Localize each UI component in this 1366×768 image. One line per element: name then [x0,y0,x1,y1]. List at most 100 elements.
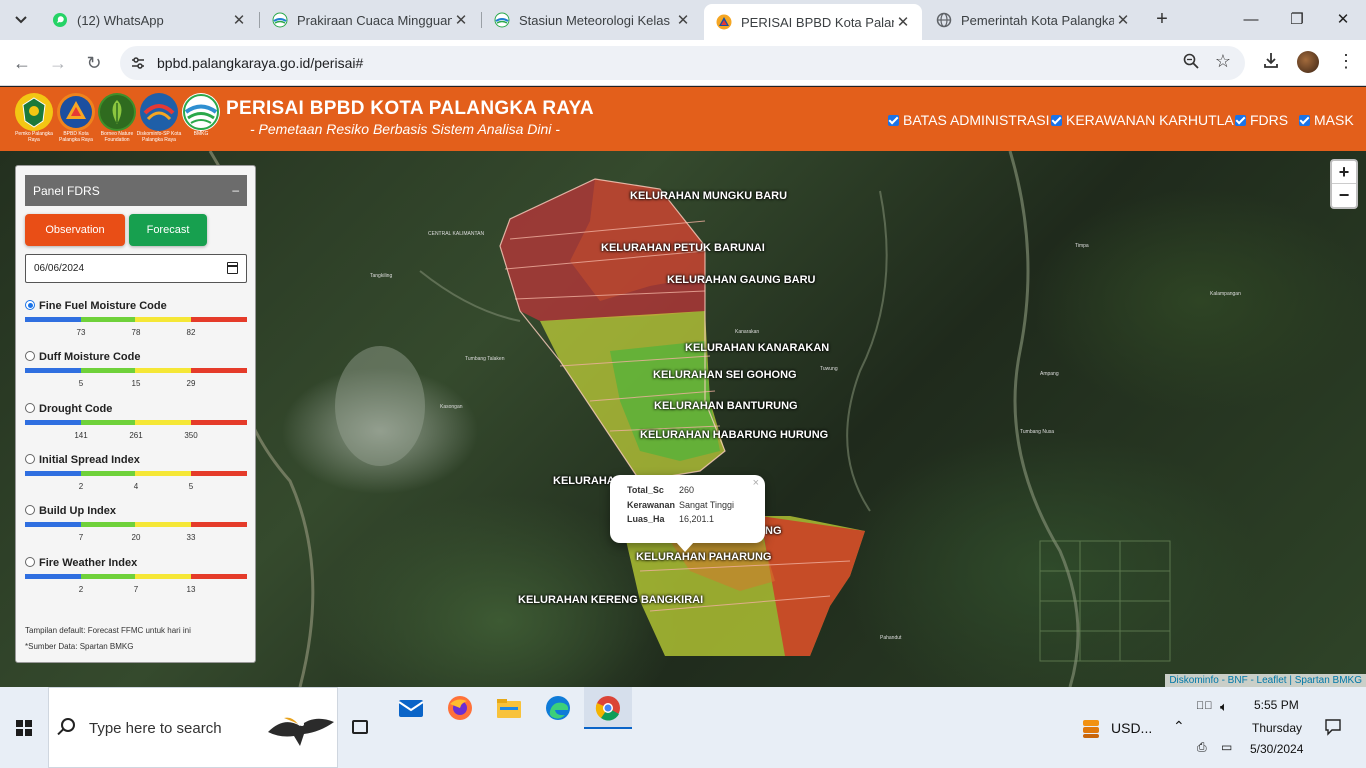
windows-start-icon[interactable] [16,720,32,736]
observation-button[interactable]: Observation [25,214,125,246]
file-explorer-icon[interactable] [496,695,522,721]
tab-whatsapp[interactable]: (12) WhatsApp ✕ [40,4,258,36]
popup-row: Total_Sc 260 [627,483,755,498]
index-option[interactable]: Initial Spread Index 2 4 5 [25,453,247,500]
index-color-scale [25,470,247,476]
index-option[interactable]: Fire Weather Index 2 7 13 [25,556,247,603]
minimize-panel-button[interactable]: – [232,183,239,197]
index-option[interactable]: Drought Code 141 261 350 [25,402,247,449]
clock-time[interactable]: 5:55 PM [1254,698,1299,712]
index-option[interactable]: Duff Moisture Code 5 15 29 [25,351,247,397]
clock-date[interactable]: 5/30/2024 [1250,742,1303,756]
close-window-button[interactable]: ✕ [1325,6,1361,34]
kelurahan-label: KELURAHAN KANARAKAN [685,342,830,354]
date-field[interactable]: 06/06/2024 [25,254,247,283]
index-label: Build Up Index [39,505,116,518]
site-settings-icon[interactable] [130,55,146,71]
scale-segment [135,470,191,476]
weather-text[interactable]: USD... [1111,720,1152,736]
radio-selected-icon[interactable] [25,300,35,310]
checkbox-checked-icon[interactable] [1299,114,1310,126]
popup-key: Luas_Ha [627,514,665,524]
scale-tick-label: 20 [131,533,141,543]
battery-icon[interactable]: ▭ [1221,740,1232,754]
place-label: Tangkiling [370,273,393,279]
network-icon[interactable]: ✕⃞ [1196,700,1213,712]
checkbox-checked-icon[interactable] [888,114,899,126]
calendar-icon[interactable] [227,262,238,274]
chrome-taskbar-active[interactable] [584,687,632,729]
radio-icon[interactable] [25,402,35,413]
map-attribution[interactable]: Diskominfo - BNF - Leaflet | Spartan BMK… [1165,674,1366,687]
scale-segment [81,470,135,476]
scale-tick-label: 141 [74,430,88,440]
scale-segment [25,419,81,425]
zoom-icon[interactable] [1183,53,1199,74]
volume-icon[interactable]: 🔈︎ [1220,699,1228,715]
index-color-scale [25,419,247,425]
index-option[interactable]: Fine Fuel Moisture Code 73 78 82 [25,300,247,346]
task-view-icon[interactable] [352,720,368,734]
chevron-up-icon[interactable]: ⌃ [1173,718,1185,735]
popup-key: Total_Sc [627,485,664,495]
notification-icon[interactable] [1324,718,1342,736]
forecast-button[interactable]: Forecast [129,214,207,246]
index-label: Fine Fuel Moisture Code [39,300,167,312]
tab-pemerintah[interactable]: Pemerintah Kota Palangka R ✕ [924,4,1142,36]
close-icon[interactable]: × [753,477,759,489]
scale-tick-label: 78 [131,328,141,337]
meet-now-icon[interactable]: ⎙ [1197,740,1207,755]
popup-key: Kerawanan [627,499,676,510]
address-bar[interactable]: bpbd.palangkaraya.go.id/perisai# ☆ [120,46,1245,80]
weather-icon[interactable] [1080,717,1102,739]
zoom-out-button[interactable]: − [1332,184,1356,207]
new-tab-button[interactable]: + [1150,8,1174,32]
site-header: Pemko Palangka Raya BPBD Kota Palangka R… [0,87,1366,151]
tab-stasiun[interactable]: Stasiun Meteorologi Kelas I T ✕ [482,4,702,36]
place-label: Tumbang Talaken [465,356,505,362]
radio-icon[interactable] [25,556,35,567]
mail-icon[interactable] [398,695,424,721]
kelurahan-label: KELURAHAN MUNGKU BARU [630,190,788,202]
layer-toggle-kerawanan-karhutla[interactable]: KERAWANAN KARHUTLA [1051,112,1234,128]
reload-icon[interactable]: ↻ [82,51,106,75]
tab-title: Pemerintah Kota Palangka R [961,12,1114,28]
scale-tick-label: 5 [188,481,194,491]
edge-icon[interactable] [545,695,571,721]
close-tab-icon[interactable]: ✕ [230,11,248,29]
kelurahan-label: KELURAHAN PAHARUNG [636,551,772,563]
index-label: Fire Weather Index [39,556,138,569]
checkbox-checked-icon[interactable] [1051,114,1062,126]
close-tab-icon[interactable]: ✕ [1114,11,1132,29]
bookmark-star-icon[interactable]: ☆ [1215,51,1231,72]
tab-prakiraan[interactable]: Prakiraan Cuaca Mingguan | ✕ [260,4,480,36]
zoom-control: + − [1330,159,1358,209]
tab-search-icon[interactable] [8,8,34,32]
back-arrow-icon[interactable]: ← [10,51,34,75]
menu-kebab-icon[interactable]: ⋮ [1337,51,1355,72]
radio-icon[interactable] [25,505,35,516]
minimize-window-button[interactable]: — [1233,6,1269,34]
zoom-in-button[interactable]: + [1332,161,1356,184]
scale-segment [191,470,247,476]
radio-icon[interactable] [25,351,35,362]
download-icon[interactable] [1262,51,1280,74]
clock-day[interactable]: Thursday [1252,721,1302,735]
taskbar-search-box[interactable]: Type here to search [48,687,338,768]
index-option[interactable]: Build Up Index 7 20 33 [25,505,247,551]
kelurahan-label: KELURAHAN SEI GOHONG [653,369,797,381]
tab-perisai[interactable]: PERISAI BPBD Kota Palangka ✕ [704,4,922,40]
layer-toggle-mask[interactable]: MASK [1299,112,1354,128]
close-tab-icon[interactable]: ✕ [894,13,912,31]
restore-window-button[interactable]: ❐ [1279,6,1315,34]
close-tab-icon[interactable]: ✕ [452,11,470,29]
radio-icon[interactable] [25,453,35,464]
close-tab-icon[interactable]: ✕ [674,11,692,29]
checkbox-checked-icon[interactable] [1235,114,1246,126]
forward-arrow-icon[interactable]: → [46,51,70,75]
bnf-logo [98,93,136,131]
layer-toggle-fdrs[interactable]: FDRS [1235,112,1288,128]
profile-avatar[interactable] [1297,51,1319,73]
layer-toggle-batas-administrasi[interactable]: BATAS ADMINISTRASI [888,112,1050,128]
firefox-icon[interactable] [447,695,473,721]
